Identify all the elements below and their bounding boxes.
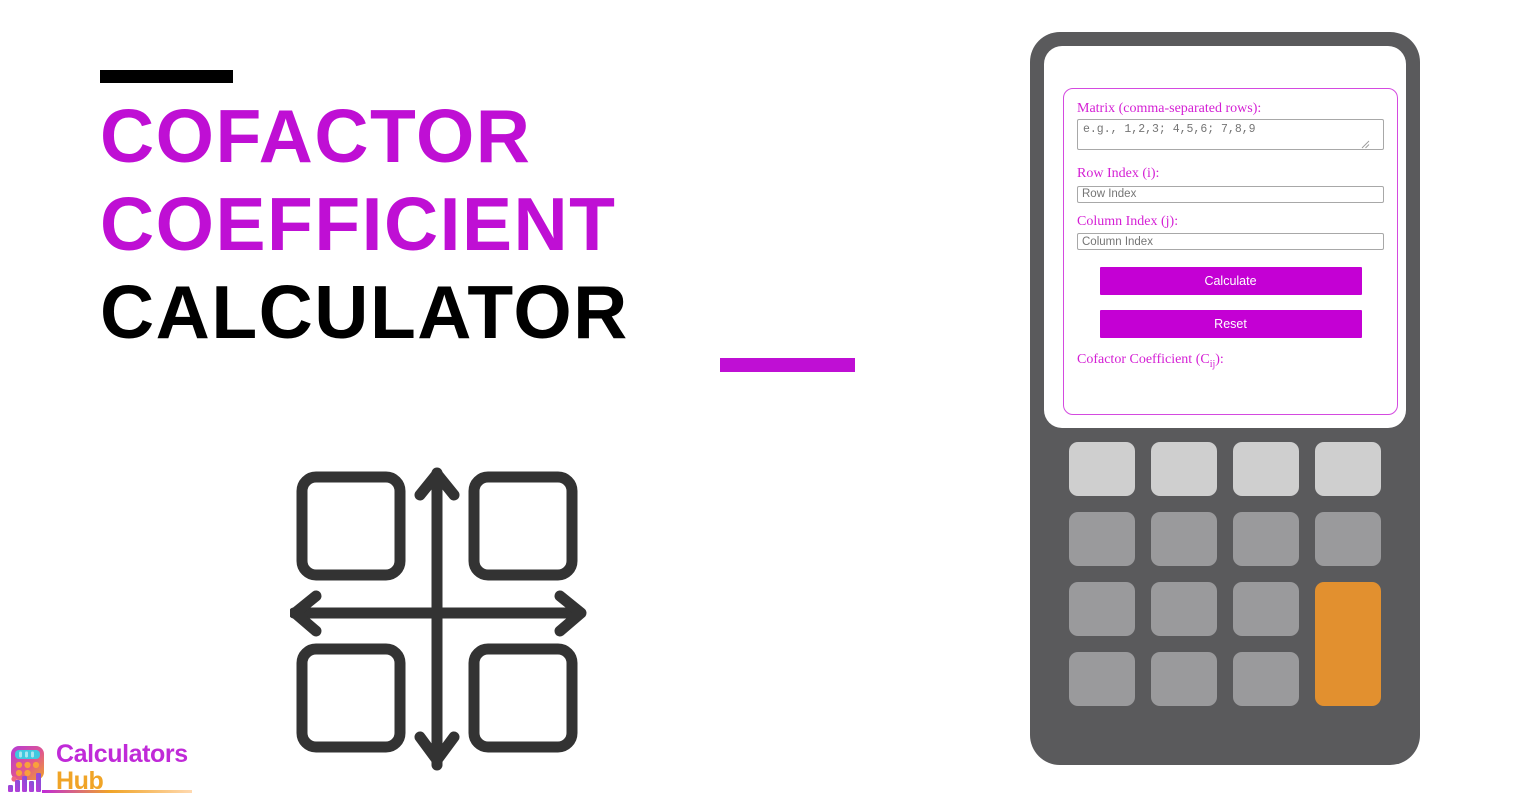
key-r1c2[interactable] (1151, 442, 1217, 496)
reset-button[interactable]: Reset (1099, 310, 1362, 338)
calculator-keypad (1044, 442, 1406, 706)
logo-word-calculators: Calculators (56, 740, 188, 768)
key-r4c3[interactable] (1233, 652, 1299, 706)
matrix-input[interactable] (1077, 119, 1384, 150)
logo-underline (42, 790, 192, 793)
key-r2c3[interactable] (1233, 512, 1299, 566)
four-quadrant-axes-icon (290, 467, 587, 771)
key-r1c1[interactable] (1069, 442, 1135, 496)
page-title: COFACTOR COEFFICIENT CALCULATOR (100, 70, 900, 372)
column-index-input[interactable] (1077, 233, 1384, 250)
title-bottom-rule (720, 358, 855, 372)
key-r3c2[interactable] (1151, 582, 1217, 636)
key-r2c1[interactable] (1069, 512, 1135, 566)
key-r3c3[interactable] (1233, 582, 1299, 636)
column-index-label: Column Index (j): (1077, 213, 1179, 229)
cofactor-form-card: Matrix (comma-separated rows): Row Index… (1063, 88, 1398, 415)
device-screen: Matrix (comma-separated rows): Row Index… (1044, 46, 1406, 428)
title-line-2: COEFFICIENT (100, 182, 617, 266)
title-top-rule (100, 70, 233, 83)
row-index-label: Row Index (i): (1077, 166, 1160, 181)
row-index-input[interactable] (1077, 185, 1384, 203)
site-logo[interactable]: Calculators Hub (6, 740, 188, 796)
key-r2c2[interactable] (1151, 512, 1217, 566)
calculate-button[interactable]: Calculate (1099, 267, 1362, 295)
key-r4c1[interactable] (1069, 652, 1135, 706)
result-label: Cofactor Coefficient (Cij): (1077, 352, 1384, 373)
key-equals[interactable] (1315, 582, 1381, 706)
result-label-suffix: ): (1215, 352, 1224, 367)
key-r1c3[interactable] (1233, 442, 1299, 496)
result-label-prefix: Cofactor Coefficient (C (1077, 352, 1210, 367)
key-r4c2[interactable] (1151, 652, 1217, 706)
calculator-chart-logo-icon (8, 746, 44, 792)
logo-wordmark: Calculators Hub (56, 742, 188, 794)
hero-panel: COFACTOR COEFFICIENT CALCULATOR Calculat… (0, 0, 1000, 800)
calculator-device: Matrix (comma-separated rows): Row Index… (1030, 32, 1420, 765)
key-r2c4[interactable] (1315, 512, 1381, 566)
title-line-3: CALCULATOR (100, 270, 629, 354)
matrix-label: Matrix (comma-separated rows): (1077, 101, 1262, 116)
key-r3c1[interactable] (1069, 582, 1135, 636)
title-line-1: COFACTOR (100, 94, 532, 178)
key-r1c4[interactable] (1315, 442, 1381, 496)
